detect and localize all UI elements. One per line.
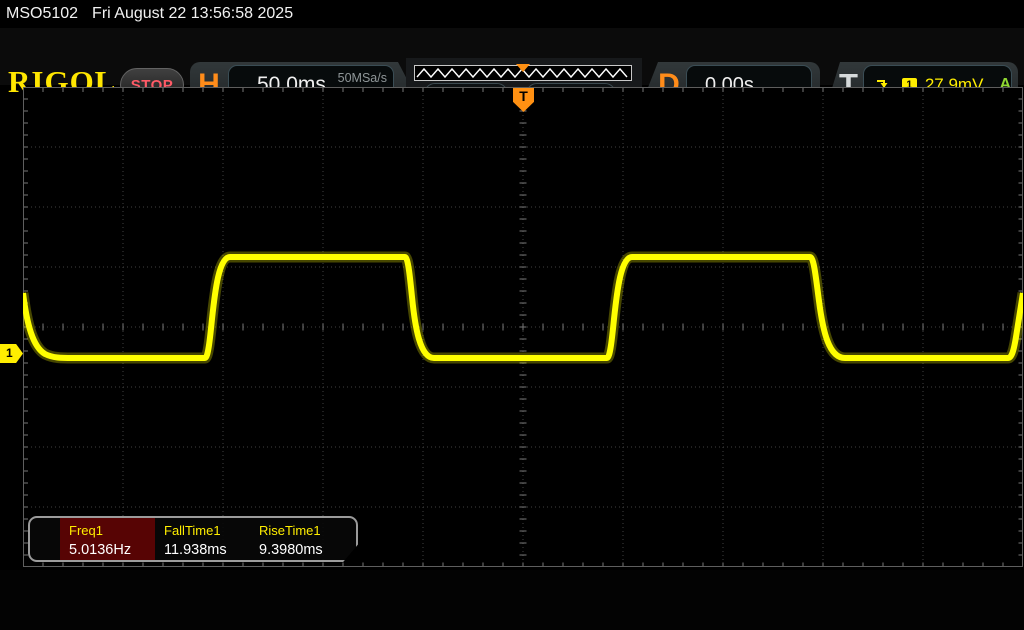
- datetime-label: Fri August 22 13:56:58 2025: [92, 5, 293, 23]
- channel1-ground-marker[interactable]: 1: [0, 344, 23, 363]
- measurement-label: RiseTime1: [259, 523, 345, 538]
- measurement-risetime[interactable]: RiseTime1 9.3980ms: [250, 518, 345, 560]
- measurement-freq[interactable]: Freq1 5.0136Hz: [60, 518, 155, 560]
- model-label: MSO5102: [6, 5, 78, 23]
- top-info-bar: MSO5102 Fri August 22 13:56:58 2025: [0, 0, 1024, 28]
- sample-rate: 50MSa/s: [338, 71, 387, 85]
- measurement-value: 9.3980ms: [259, 542, 345, 558]
- waveform-display[interactable]: [23, 87, 1023, 567]
- bottom-status-bar: 1 500mV -240mV 2: [0, 570, 1024, 630]
- measurement-falltime[interactable]: FallTime1 11.938ms: [155, 518, 250, 560]
- measurement-label: FallTime1: [164, 523, 250, 538]
- measurement-label: Freq1: [69, 523, 155, 538]
- measurement-panel[interactable]: Freq1 5.0136Hz FallTime1 11.938ms RiseTi…: [28, 516, 358, 562]
- graticule-and-trace: [23, 87, 1023, 567]
- oscilloscope-screen: MSO5102 Fri August 22 13:56:58 2025 RIGO…: [0, 0, 1024, 630]
- preview-trigger-position-icon[interactable]: [516, 64, 530, 72]
- header-bar: RIGOL STOP H 50.0ms 50MSa/s 25Mpts Measu…: [0, 28, 1024, 85]
- measurement-value: 5.0136Hz: [69, 542, 155, 558]
- measurement-value: 11.938ms: [164, 542, 250, 558]
